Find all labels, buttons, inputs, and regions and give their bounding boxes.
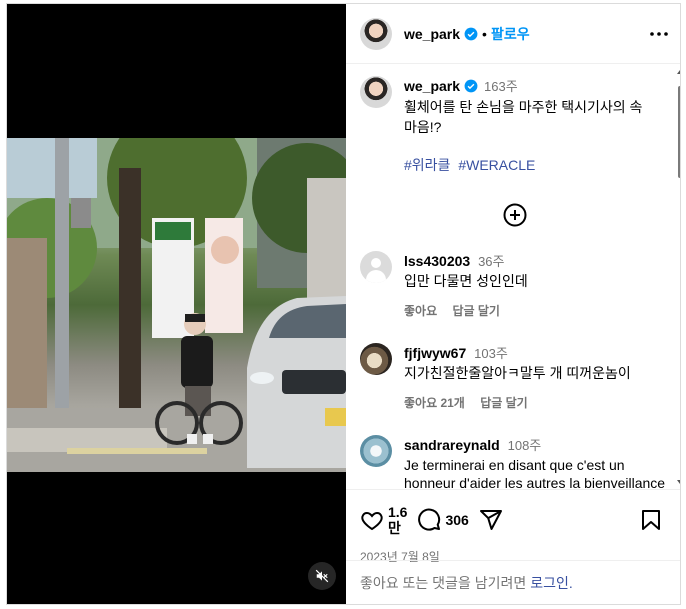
comment-item: fjfjwyw67 103주 지가친절한줄알아ㅋ말투 개 띠꺼운놈이 좋아요 2… — [360, 343, 669, 411]
save-button[interactable] — [641, 509, 661, 531]
comment-text: 지가친절한줄알아ㅋ말투 개 띠꺼운놈이 — [404, 365, 631, 381]
video-frame[interactable] — [7, 138, 346, 472]
comment-text: 입만 다물면 성인인데 — [404, 273, 528, 289]
speaker-muted-icon — [315, 569, 329, 583]
post-side-panel: we_park • 팔로우 we_park 163주 휠체어를 탄 손님을 마주… — [346, 4, 680, 604]
header-separator: • — [482, 25, 487, 42]
likes-count[interactable]: 1.6 만 — [388, 504, 407, 536]
comment-likes-count[interactable]: 좋아요 21개 — [404, 396, 465, 410]
heart-icon — [361, 511, 383, 531]
verified-badge-icon — [464, 79, 478, 92]
author-avatar[interactable] — [360, 17, 392, 50]
comment-time[interactable]: 36주 — [478, 254, 504, 269]
share-button[interactable] — [479, 508, 503, 532]
scrollbar-thumb[interactable] — [678, 86, 680, 178]
hashtag-link[interactable]: #WERACLE — [458, 157, 535, 173]
verified-badge-icon — [464, 27, 478, 40]
likes-count-unit: 만 — [388, 520, 401, 536]
caption-username[interactable]: we_park — [404, 78, 460, 94]
street-scene-image — [7, 138, 346, 472]
hashtags: #위라클 #WERACLE — [404, 155, 669, 175]
comment-item: sandrareynald 108주 Je terminerai en disa… — [360, 435, 669, 489]
comment-reply-button[interactable]: 답글 달기 — [480, 396, 528, 410]
commenter-avatar[interactable] — [360, 435, 392, 467]
comment-username[interactable]: lss430203 — [404, 253, 470, 269]
author-username[interactable]: we_park — [404, 26, 460, 42]
more-options-button[interactable] — [647, 22, 671, 46]
comment-username[interactable]: fjfjwyw67 — [404, 345, 466, 361]
post-actions-section: 1.6 만 306 2023년 7월 8일 — [346, 489, 680, 565]
post-header: we_park • 팔로우 — [346, 4, 680, 64]
comment-time[interactable]: 103주 — [474, 346, 508, 361]
comments-scroll-area[interactable]: we_park 163주 휠체어를 탄 손님을 마주한 택시기사의 속마음!? … — [346, 64, 680, 489]
follow-button[interactable]: 팔로우 — [491, 24, 530, 44]
bookmark-icon — [642, 510, 660, 530]
load-more-comments-button[interactable] — [360, 203, 669, 227]
caption-time[interactable]: 163주 — [484, 76, 518, 95]
login-prompt-text: 좋아요 또는 댓글을 남기려면 — [360, 574, 527, 591]
comment-reply-button[interactable]: 답글 달기 — [452, 304, 500, 318]
post-dialog: we_park • 팔로우 we_park 163주 휠체어를 탄 손님을 마주… — [6, 3, 681, 605]
comment-time[interactable]: 108주 — [508, 438, 542, 453]
caption-text: 휠체어를 탄 손님을 마주한 택시기사의 속마음!? — [404, 99, 643, 135]
paper-plane-icon — [479, 510, 502, 530]
like-button[interactable]: 1.6 만 — [360, 504, 407, 536]
comment-text: Je terminerai en disant que c'est un hon… — [404, 457, 666, 489]
more-horizontal-icon — [650, 31, 668, 36]
comments-count: 306 — [445, 512, 469, 528]
commenter-avatar[interactable] — [360, 251, 392, 283]
scroll-up-icon[interactable] — [677, 70, 680, 74]
login-link[interactable]: 로그인. — [530, 573, 573, 593]
commenter-avatar[interactable] — [360, 343, 392, 375]
scrollbar[interactable] — [677, 68, 680, 486]
video-player[interactable] — [7, 4, 346, 604]
comment-username[interactable]: sandrareynald — [404, 437, 500, 453]
login-prompt: 좋아요 또는 댓글을 남기려면 로그인. — [346, 560, 680, 604]
hashtag-link[interactable]: #위라클 — [404, 157, 450, 173]
likes-count-number: 1.6 — [388, 504, 408, 520]
comment-item: lss430203 36주 입만 다물면 성인인데 좋아요 답글 달기 — [360, 251, 669, 319]
comment-bubble-icon — [418, 508, 441, 531]
mute-button[interactable] — [308, 562, 336, 590]
comment-button[interactable]: 306 — [417, 508, 469, 532]
caption: we_park 163주 휠체어를 탄 손님을 마주한 택시기사의 속마음!? … — [360, 76, 669, 175]
scroll-down-icon[interactable] — [677, 480, 680, 484]
plus-circle-icon — [503, 203, 526, 227]
caption-avatar[interactable] — [360, 76, 392, 108]
comment-like-button[interactable]: 좋아요 — [404, 304, 437, 318]
